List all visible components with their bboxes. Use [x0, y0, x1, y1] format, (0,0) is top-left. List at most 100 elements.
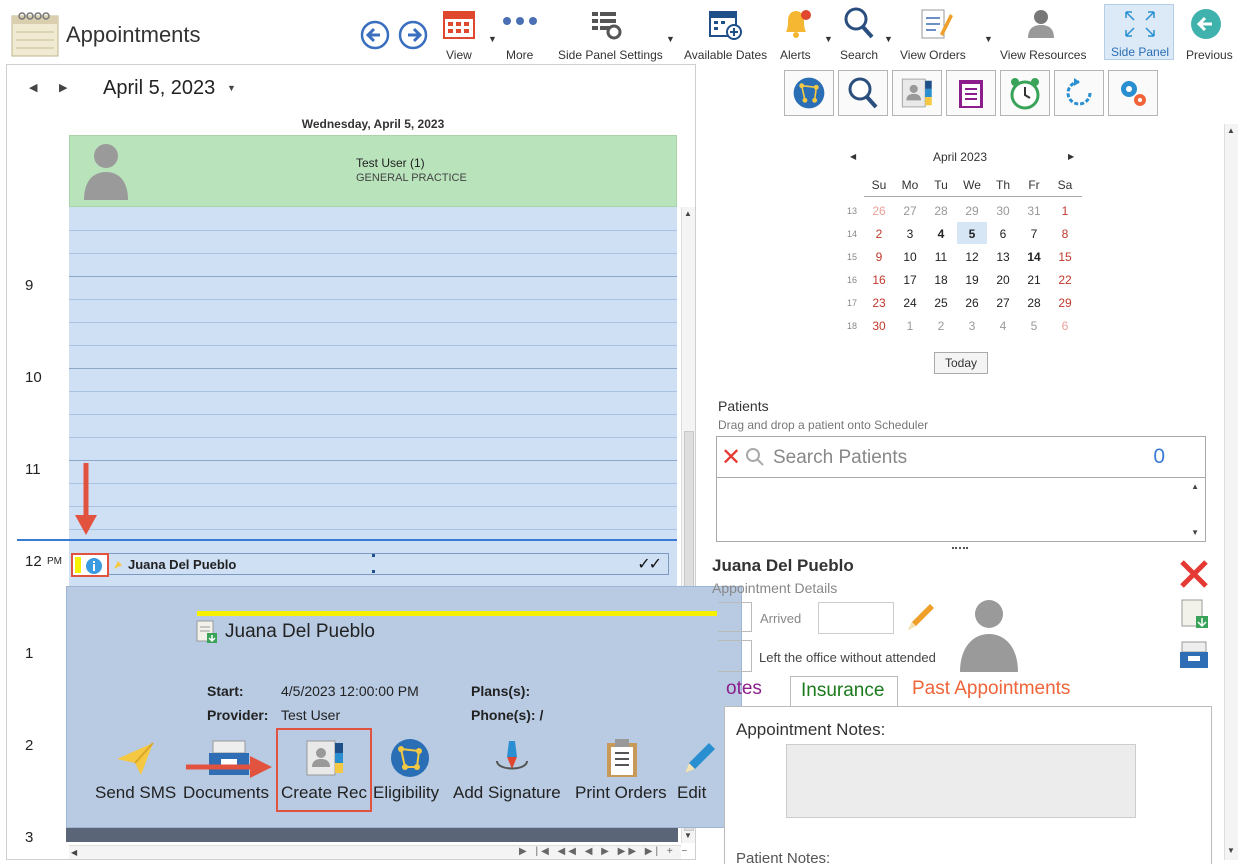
- cancel-appointment-icon[interactable]: [1178, 558, 1210, 595]
- appointment-block[interactable]: Juana Del Pueblo ✓✓: [71, 553, 669, 575]
- panel-splitter[interactable]: [952, 547, 968, 549]
- cal-day[interactable]: 11: [926, 250, 956, 264]
- patient-search-box[interactable]: ✕ Search Patients 0: [716, 436, 1206, 478]
- date-dropdown-icon[interactable]: ▼: [227, 83, 236, 93]
- view-orders-button[interactable]: ▼ View Orders: [898, 4, 993, 62]
- side-clipboard-button[interactable]: [946, 70, 996, 116]
- cal-day[interactable]: 29: [1050, 296, 1080, 310]
- cal-day[interactable]: 28: [926, 204, 956, 218]
- scroll-up-icon[interactable]: ▲: [684, 209, 692, 218]
- cal-day[interactable]: 17: [895, 273, 925, 287]
- scroll-down-icon[interactable]: ▼: [684, 831, 692, 840]
- patient-search-results[interactable]: ▲ ▼: [716, 478, 1206, 542]
- cal-day[interactable]: 9: [864, 250, 894, 264]
- cal-day[interactable]: 10: [895, 250, 925, 264]
- side-refresh-button[interactable]: [1054, 70, 1104, 116]
- add-signature-button[interactable]: Add Signature: [451, 737, 573, 809]
- cal-day[interactable]: 26: [864, 204, 894, 218]
- cal-day[interactable]: 1: [1050, 204, 1080, 218]
- back-arrow-icon[interactable]: [360, 20, 390, 50]
- send-sms-button[interactable]: Send SMS: [93, 737, 179, 809]
- cal-day[interactable]: 4: [926, 227, 956, 241]
- cal-day[interactable]: 23: [864, 296, 894, 310]
- previous-button[interactable]: Previous: [1180, 4, 1238, 62]
- time-grid[interactable]: [69, 207, 677, 587]
- scroll-left-icon[interactable]: ◀: [71, 848, 77, 857]
- side-panel-scrollbar[interactable]: ▲ ▼: [1224, 124, 1238, 860]
- view-button[interactable]: ▼ View: [440, 4, 500, 62]
- eligibility-button[interactable]: Eligibility: [373, 737, 449, 809]
- cal-day[interactable]: 30: [988, 204, 1018, 218]
- side-eligibility-button[interactable]: [784, 70, 834, 116]
- cal-day[interactable]: 19: [957, 273, 987, 287]
- available-dates-button[interactable]: Available Dates: [682, 4, 768, 62]
- cal-day[interactable]: 5: [1019, 319, 1049, 333]
- today-button[interactable]: Today: [934, 352, 988, 374]
- cal-day[interactable]: 2: [864, 227, 894, 241]
- cal-day[interactable]: 8: [1050, 227, 1080, 241]
- results-scroll-up-icon[interactable]: ▲: [1191, 482, 1199, 491]
- archive-icon[interactable]: [1178, 640, 1210, 675]
- alerts-button[interactable]: ▼ Alerts: [776, 4, 833, 62]
- search-button[interactable]: ▼ Search: [836, 4, 894, 62]
- side-patient-card-button[interactable]: [892, 70, 942, 116]
- cal-day[interactable]: 31: [1019, 204, 1049, 218]
- cal-day[interactable]: 25: [926, 296, 956, 310]
- forward-arrow-icon[interactable]: [398, 20, 428, 50]
- side-panel-button[interactable]: Side Panel: [1104, 4, 1174, 60]
- side-panel-settings-caret-icon[interactable]: ▼: [666, 34, 675, 44]
- edit-arrived-pencil-icon[interactable]: [904, 600, 938, 639]
- alerts-caret-icon[interactable]: ▼: [824, 34, 833, 44]
- cal-day[interactable]: 5: [957, 227, 987, 241]
- cal-day[interactable]: 21: [1019, 273, 1049, 287]
- more-button[interactable]: More: [496, 4, 554, 62]
- side-search-button[interactable]: [838, 70, 888, 116]
- view-resources-button[interactable]: View Resources: [998, 4, 1102, 62]
- appointment-info-button[interactable]: [71, 553, 109, 577]
- cal-day[interactable]: 26: [957, 296, 987, 310]
- pager-controls[interactable]: ▶ |◀ ◀◀ ◀ ▶ ▶▶ ▶| + −: [519, 846, 690, 857]
- cal-day[interactable]: 6: [988, 227, 1018, 241]
- cal-day[interactable]: 16: [864, 273, 894, 287]
- cal-day[interactable]: 22: [1050, 273, 1080, 287]
- download-document-icon[interactable]: [1180, 598, 1210, 635]
- print-orders-button[interactable]: Print Orders: [573, 737, 675, 809]
- tab-insurance[interactable]: Insurance: [790, 676, 898, 708]
- cal-day[interactable]: 28: [1019, 296, 1049, 310]
- cal-day[interactable]: 24: [895, 296, 925, 310]
- view-orders-caret-icon[interactable]: ▼: [984, 34, 993, 44]
- cal-day[interactable]: 18: [926, 273, 956, 287]
- next-day-icon[interactable]: ▶: [59, 81, 67, 94]
- side-scroll-down-icon[interactable]: ▼: [1227, 846, 1235, 855]
- side-alarm-button[interactable]: [1000, 70, 1050, 116]
- prev-day-icon[interactable]: ◀: [29, 81, 37, 94]
- cal-day[interactable]: 12: [957, 250, 987, 264]
- current-date[interactable]: April 5, 2023: [103, 77, 215, 100]
- cal-day[interactable]: 30: [864, 319, 894, 333]
- results-scroll-down-icon[interactable]: ▼: [1191, 528, 1199, 537]
- side-settings-button[interactable]: [1108, 70, 1158, 116]
- cal-day[interactable]: 6: [1050, 319, 1080, 333]
- cal-day[interactable]: 3: [895, 227, 925, 241]
- cal-day[interactable]: 27: [895, 204, 925, 218]
- cal-next-month-icon[interactable]: ▶: [1068, 152, 1074, 161]
- cal-day[interactable]: 15: [1050, 250, 1080, 264]
- cal-day[interactable]: 13: [988, 250, 1018, 264]
- side-scroll-up-icon[interactable]: ▲: [1227, 126, 1235, 135]
- cal-day[interactable]: 14: [1019, 250, 1049, 264]
- clear-search-icon[interactable]: ✕: [721, 443, 741, 472]
- arrived-time-input[interactable]: [818, 602, 894, 634]
- cal-day[interactable]: 20: [988, 273, 1018, 287]
- cal-day[interactable]: 27: [988, 296, 1018, 310]
- tab-notes[interactable]: otes: [726, 678, 762, 700]
- cal-day[interactable]: 29: [957, 204, 987, 218]
- cal-day[interactable]: 4: [988, 319, 1018, 333]
- side-panel-settings-button[interactable]: ▼ Side Panel Settings: [556, 4, 675, 62]
- patient-search-input[interactable]: Search Patients: [773, 447, 907, 469]
- left-office-checkbox[interactable]: [718, 640, 752, 672]
- cal-day[interactable]: 1: [895, 319, 925, 333]
- search-caret-icon[interactable]: ▼: [884, 34, 893, 44]
- cal-day[interactable]: 2: [926, 319, 956, 333]
- tab-past-appointments[interactable]: Past Appointments: [912, 678, 1070, 700]
- edit-button[interactable]: Edit: [671, 737, 731, 809]
